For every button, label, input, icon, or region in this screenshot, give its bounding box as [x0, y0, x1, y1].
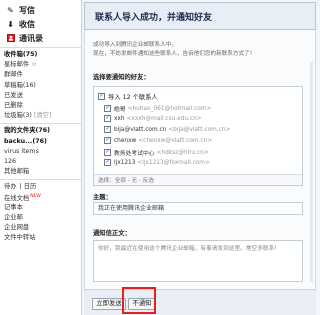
friend-checkbox[interactable]: ✓	[104, 149, 111, 156]
other-mailboxes[interactable]: 其他邮箱	[0, 167, 81, 177]
notepad-link[interactable]: 记事本	[0, 203, 81, 213]
list-item[interactable]: ✓ 皓哥 <huhao_061@hotmail.com>	[104, 104, 211, 113]
list-item[interactable]: ✓ bija@vlatt.com.cn <bija@vlatt.com.cn>	[104, 126, 230, 133]
friend-checkbox[interactable]: ✓	[104, 159, 111, 166]
folder-deleted[interactable]: 已删除	[0, 101, 81, 111]
pencil-icon: ✎	[7, 5, 14, 15]
compose-button[interactable]: ✎ 写信	[0, 3, 81, 17]
folder-starred[interactable]: 星标邮件 ☆	[0, 60, 81, 70]
folder-virus-items[interactable]: virus items	[0, 147, 81, 157]
star-icon: ☆	[31, 61, 37, 69]
success-hint: 成功导入到腾讯企业邮联系人中。	[93, 42, 177, 48]
divider	[0, 47, 81, 48]
scrollbar[interactable]	[310, 62, 313, 282]
list-item[interactable]: ✓ ljx1213 <ljx1213@foxmail.com>	[104, 159, 210, 166]
contacts-icon	[6, 34, 15, 43]
body-label: 通知信正文：	[93, 230, 131, 237]
enterprise-disk-link[interactable]: 企业网盘	[0, 223, 81, 233]
tools-row: 待办 | 日历	[4, 183, 37, 191]
notify-form: 成功导入到腾讯企业邮联系人中。 现在，不妨发邮件通知这些联系人，告诉他们您的新联…	[84, 30, 316, 289]
folder-126[interactable]: 126	[0, 157, 81, 167]
new-badge: NEW	[30, 194, 41, 200]
inbox-button[interactable]: ⬇ 收信	[0, 17, 81, 31]
my-folders-header[interactable]: 我的文件夹(76)	[0, 126, 81, 136]
select-friends-label: 选择要通知的好友：	[93, 74, 150, 81]
notify-hint: 现在，不妨发邮件通知这些联系人，告诉他们您的新联系方式了！	[93, 51, 256, 57]
empty-spam-link[interactable]: [清空]	[34, 112, 52, 119]
main-panel: 联系人导入成功，并通知好友 成功导入到腾讯企业邮联系人中。 现在，不妨发邮件通知…	[82, 0, 320, 315]
page-title: 联系人导入成功，并通知好友	[84, 2, 316, 30]
friend-checkbox[interactable]: ✓	[104, 105, 111, 112]
subject-label: 主题：	[93, 194, 112, 201]
folder-drafts[interactable]: 草稿箱(16)	[0, 81, 81, 91]
friend-list: ✓ 导入 12 个联系人 ✓ 皓哥 <huhao_061@hotmail.com…	[93, 86, 303, 186]
folder-spam[interactable]: 垃圾箱(3) [清空]	[0, 111, 81, 121]
friend-checkbox[interactable]: ✓	[104, 137, 111, 144]
calendar-link[interactable]: 日历	[24, 183, 37, 190]
selection-options[interactable]: 选择：全部 - 无 - 反选	[94, 174, 302, 185]
body-field[interactable]: 你好，我最近在使用这个腾讯企业邮箱，有事请发到这里。常空多联系！	[93, 240, 303, 282]
list-item[interactable]: ✓ 教务处考试中心 <hdksz@hhu.cn>	[104, 148, 209, 157]
list-item[interactable]: ✓ xxh <xxxh@mail.csu.edu.cn>	[104, 115, 202, 122]
enterprise-mail-link[interactable]: 企业邮	[0, 213, 81, 223]
action-bar: 立即发送 不通知	[84, 289, 316, 315]
online-docs-link[interactable]: 在线文档NEW	[0, 192, 81, 202]
select-all-checkbox[interactable]: ✓	[98, 93, 105, 100]
inbox-icon: ⬇	[7, 19, 14, 29]
send-now-button[interactable]: 立即发送	[92, 298, 126, 310]
list-item[interactable]: ✓ chenxw <chenxw@vlatt.com.cn>	[104, 137, 212, 144]
file-transfer-link[interactable]: 文件中转站	[0, 233, 81, 243]
friend-checkbox[interactable]: ✓	[104, 115, 111, 122]
contacts-button[interactable]: 通讯录	[0, 31, 81, 45]
todo-link[interactable]: 待办	[4, 183, 17, 190]
sidebar: ✎ 写信 ⬇ 收信 通讯录 收件箱(75) 星标邮件 ☆ 群邮件 草稿箱(16)…	[0, 0, 82, 315]
friend-checkbox[interactable]: ✓	[104, 126, 111, 133]
subject-field[interactable]: 我正在使用腾讯企业邮箱	[93, 202, 303, 215]
select-all-row[interactable]: ✓ 导入 12 个联系人	[98, 92, 158, 101]
folder-group-mail[interactable]: 群邮件	[0, 70, 81, 80]
folder-sent[interactable]: 已发送	[0, 91, 81, 101]
highlight-box	[122, 287, 156, 314]
folder-backup[interactable]: backu...(76)	[0, 137, 81, 147]
folder-inbox[interactable]: 收件箱(75)	[0, 50, 81, 60]
